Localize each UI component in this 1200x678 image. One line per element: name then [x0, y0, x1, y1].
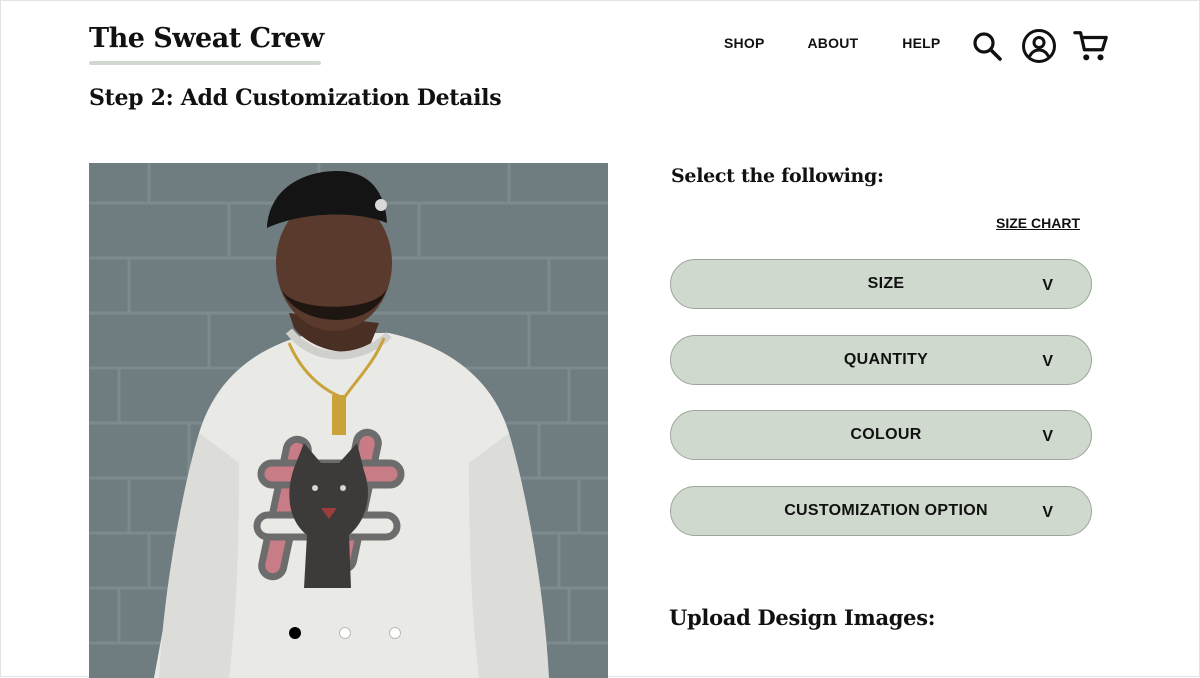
- chevron-down-icon: V: [1042, 428, 1053, 445]
- quantity-dropdown[interactable]: QUANTITY V: [670, 335, 1092, 385]
- size-dropdown-label: SIZE: [867, 275, 905, 292]
- chevron-down-icon: V: [1042, 277, 1053, 294]
- colour-dropdown[interactable]: COLOUR V: [670, 410, 1092, 460]
- chevron-down-icon: V: [1042, 353, 1053, 370]
- nav-link-about[interactable]: ABOUT: [807, 35, 858, 51]
- upload-heading: Upload Design Images:: [669, 605, 936, 630]
- size-chart-link[interactable]: SIZE CHART: [996, 215, 1080, 231]
- nav-link-help[interactable]: HELP: [902, 35, 940, 51]
- options-heading: Select the following:: [671, 165, 884, 187]
- header-icons: [969, 28, 1109, 64]
- carousel-dot-1[interactable]: [289, 627, 301, 639]
- customization-option-dropdown[interactable]: CUSTOMIZATION OPTION V: [670, 486, 1092, 536]
- product-photo: [89, 163, 608, 678]
- customization-option-dropdown-label: CUSTOMIZATION OPTION: [784, 502, 988, 519]
- nav-link-shop[interactable]: SHOP: [724, 35, 764, 51]
- brand-logo[interactable]: The Sweat Crew: [89, 21, 324, 57]
- product-image-carousel[interactable]: [89, 163, 608, 678]
- cart-icon[interactable]: [1073, 28, 1109, 64]
- carousel-dots: [89, 627, 608, 641]
- carousel-dot-3[interactable]: [389, 627, 401, 639]
- page-title: Step 2: Add Customization Details: [89, 85, 502, 111]
- account-icon[interactable]: [1021, 28, 1057, 64]
- chevron-down-icon: V: [1042, 504, 1053, 521]
- main-nav: SHOP ABOUT HELP: [724, 35, 940, 51]
- quantity-dropdown-label: QUANTITY: [843, 351, 929, 368]
- carousel-dot-2[interactable]: [339, 627, 351, 639]
- search-icon[interactable]: [969, 28, 1005, 64]
- colour-dropdown-label: COLOUR: [850, 426, 922, 443]
- size-dropdown[interactable]: SIZE V: [670, 259, 1092, 309]
- brand-underline: [89, 61, 321, 65]
